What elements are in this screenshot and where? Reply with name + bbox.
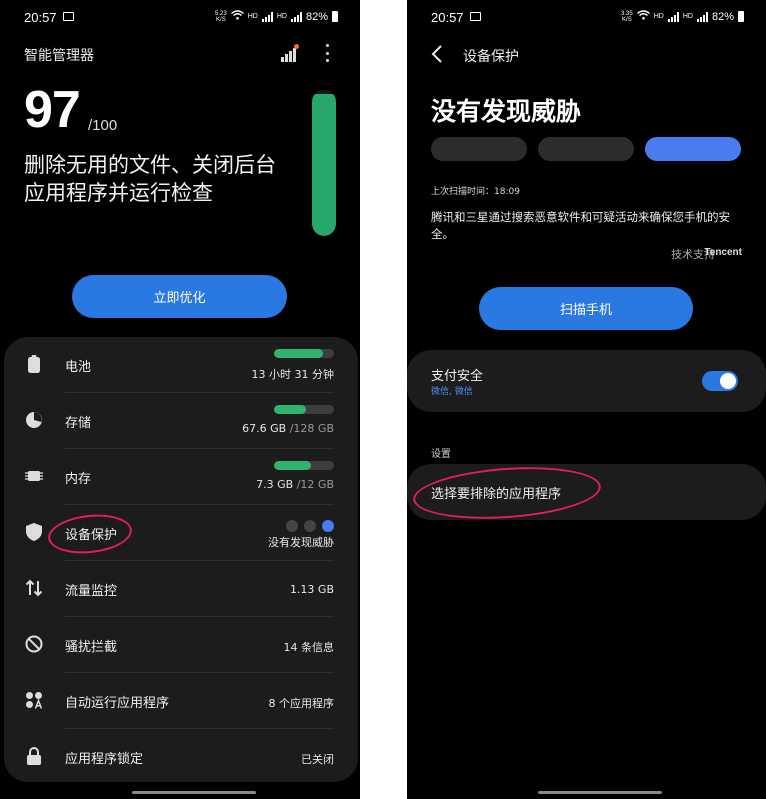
last-scan-time: 上次扫描时间：18:09 — [431, 187, 520, 197]
page-title: 没有发现威胁 — [431, 97, 582, 126]
data-transfer-icon — [24, 578, 44, 598]
status-list-card: 电池 13 小时 31 分钟 存储 67.6 GB /128 GB 内存 7.3… — [4, 337, 358, 782]
list-item-value: 14 条信息 — [283, 641, 335, 654]
signal-stats-icon[interactable] — [281, 44, 299, 62]
payment-security-apps: 微信, 微信 — [431, 387, 473, 397]
gallery-notification-icon — [470, 12, 481, 21]
wifi-icon — [230, 10, 244, 23]
status-time: 20:57 — [431, 10, 464, 25]
auto-run-apps-icon — [24, 690, 44, 710]
status-bar: 20:57 5.23 K/S HD HD 82% — [0, 8, 360, 28]
status-time: 20:57 — [24, 10, 57, 25]
status-pill-1 — [431, 137, 527, 161]
list-item-label: 存储 — [65, 416, 92, 431]
network-speed: 5.23 K/S — [215, 10, 227, 23]
storage-icon — [24, 410, 44, 430]
list-item-storage[interactable]: 存储 67.6 GB /128 GB — [4, 393, 358, 449]
block-icon — [24, 634, 44, 654]
protection-status-dots — [286, 520, 334, 532]
list-item-label: 自动运行应用程序 — [65, 696, 170, 711]
battery-percent: 82% — [305, 10, 328, 23]
battery-percent: 82% — [711, 10, 734, 23]
battery-status-icon — [332, 11, 338, 22]
score-meter — [312, 90, 336, 236]
volte-indicator: HD — [247, 13, 258, 20]
payment-security-label: 支付安全 — [431, 369, 484, 384]
list-item-memory[interactable]: 内存 7.3 GB /12 GB — [4, 449, 358, 505]
storage-progress — [274, 405, 334, 414]
list-item-value: 1.13 GB — [289, 583, 334, 596]
annotation-circle — [46, 510, 134, 558]
list-item-value: 没有发现威胁 — [268, 536, 334, 549]
volte-indicator-2: HD — [682, 13, 693, 20]
list-item-device-protection[interactable]: 设备保护 没有发现威胁 — [4, 505, 358, 561]
list-item-label: 骚扰拦截 — [65, 640, 118, 655]
list-item-label: 应用程序锁定 — [65, 752, 144, 767]
signal-icon — [667, 11, 679, 22]
gallery-notification-icon — [63, 12, 74, 21]
status-pill-2 — [538, 137, 634, 161]
list-item-data-monitor[interactable]: 流量监控 1.13 GB — [4, 561, 358, 617]
list-item-value: 已关闭 — [301, 753, 334, 766]
wifi-icon — [636, 10, 650, 23]
list-item-spam-block[interactable]: 骚扰拦截 14 条信息 — [4, 617, 358, 673]
list-item-app-lock[interactable]: 应用程序锁定 已关闭 — [4, 729, 358, 785]
signal-icon — [261, 11, 273, 22]
page-header: 设备保护 — [463, 49, 519, 65]
app-title: 智能管理器 — [24, 48, 94, 64]
memory-progress — [274, 461, 334, 470]
payment-security-row[interactable]: 支付安全 微信, 微信 — [407, 350, 766, 412]
payment-security-toggle[interactable] — [702, 371, 738, 391]
list-item-value: 8 个应用程序 — [268, 697, 335, 710]
home-indicator — [132, 791, 256, 794]
optimize-description: 删除无用的文件、关闭后台应用程序并运行检查 — [24, 153, 276, 205]
battery-progress — [274, 349, 334, 358]
settings-section-header: 设置 — [431, 449, 451, 460]
list-item-value: 67.6 GB /128 GB — [242, 422, 334, 435]
shield-icon — [24, 522, 44, 542]
smart-manager-screen: 20:57 5.23 K/S HD HD 82% 智能管理器 97 /100 删… — [0, 0, 360, 799]
optimize-now-button[interactable]: 立即优化 — [72, 275, 287, 318]
score-max: /100 — [88, 117, 118, 134]
home-indicator — [538, 791, 662, 794]
network-speed: 3.35 K/S — [621, 10, 633, 23]
tencent-logo: Tencent — [704, 247, 742, 258]
score-value: 97 — [24, 81, 81, 139]
signal-icon-2 — [290, 11, 302, 22]
list-item-label: 电池 — [65, 360, 92, 375]
list-item-label: 内存 — [65, 472, 92, 487]
list-item-battery[interactable]: 电池 13 小时 31 分钟 — [4, 337, 358, 393]
status-pill-3 — [645, 137, 741, 161]
more-options-icon[interactable] — [324, 44, 330, 62]
volte-indicator: HD — [653, 13, 664, 20]
device-protection-screen: 20:57 3.35 K/S HD HD 82% 设备保护 没有发现威胁 上次扫… — [407, 0, 766, 799]
protection-info: 腾讯和三星通过搜索恶意软件和可疑活动来确保您手机的安全。 — [431, 210, 730, 241]
lock-icon — [24, 746, 44, 766]
volte-indicator-2: HD — [276, 13, 287, 20]
memory-icon — [24, 466, 44, 486]
status-bar: 20:57 3.35 K/S HD HD 82% — [407, 8, 766, 28]
list-item-auto-run[interactable]: 自动运行应用程序 8 个应用程序 — [4, 673, 358, 729]
battery-icon — [24, 354, 44, 374]
battery-status-icon — [738, 11, 744, 22]
list-item-value: 7.3 GB /12 GB — [256, 478, 334, 491]
list-item-value: 13 小时 31 分钟 — [251, 368, 334, 381]
list-item-label: 流量监控 — [65, 584, 118, 599]
scan-phone-button[interactable]: 扫描手机 — [479, 287, 693, 330]
signal-icon-2 — [696, 11, 708, 22]
back-arrow-icon[interactable] — [431, 45, 445, 63]
